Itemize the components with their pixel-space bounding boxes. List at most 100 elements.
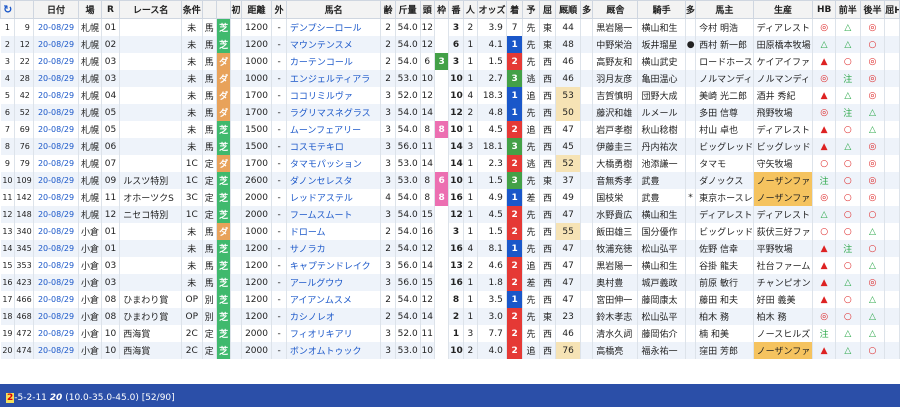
column-header[interactable]: 人 [462, 0, 479, 19]
table-cell: 5 [0, 87, 16, 104]
table-cell [230, 36, 242, 53]
column-header[interactable]: 日付 [32, 0, 80, 19]
column-header[interactable]: 厩順 [555, 0, 581, 19]
table-cell: 4.5 [477, 206, 507, 223]
table-cell: 12 [448, 206, 464, 223]
column-header[interactable]: 屈 [538, 0, 557, 19]
table-row[interactable]: 5 42 20-08/29 札幌 04 未馬ダ 1700- ココリミルヴァ 3 52.0 12 7 10… [0, 87, 900, 104]
table-cell: 01 [101, 223, 121, 240]
table-cell [119, 121, 182, 138]
table-cell: 4.5 [477, 121, 507, 138]
column-header[interactable]: 着 [505, 0, 524, 19]
table-cell: 団野大成 [637, 87, 686, 104]
table-cell: 20-08/29 [33, 308, 80, 325]
table-cell: 44 [555, 18, 581, 36]
table-row[interactable]: 2 12 20-08/29 札幌 02 未馬芝 1200- マウンテンスメ 2 54.0 12 5 6 1… [0, 36, 900, 53]
table-cell: 先 [522, 18, 540, 36]
table-cell: ○ [835, 121, 861, 138]
column-header[interactable]: 屈H [884, 0, 900, 19]
table-row[interactable]: 11 142 20-08/29 札幌 11 オホーツクS 3C 定芝 2000- レッドアステル 4… [0, 189, 900, 206]
table-row[interactable]: 17 466 20-08/29 小倉 08 ひまわり賞 OP 別芝 1200- アイアンムスメ 2 5… [0, 291, 900, 308]
column-header[interactable]: 馬主 [695, 0, 754, 19]
table-cell: 2 [506, 342, 524, 359]
column-header[interactable] [14, 0, 34, 19]
column-header[interactable]: R [100, 0, 121, 19]
column-header[interactable]: 条件 [180, 0, 203, 19]
table-cell: △ [835, 274, 861, 291]
table-cell: 岩戸孝樹 [592, 121, 639, 138]
column-header[interactable]: 斤量 [394, 0, 421, 19]
table-row[interactable]: 10 109 20-08/29 札幌 09 ルスツ特別 1C 定芝 2600- ダノンセレスタ 3 5… [0, 172, 900, 189]
table-row[interactable]: 12 148 20-08/29 札幌 12 ニセコ特別 1C 定芝 2000- フームスムート 3 5… [0, 206, 900, 223]
column-header[interactable]: 齢 [380, 0, 396, 19]
column-header[interactable]: 番 [448, 0, 464, 19]
table-cell: 未 [181, 121, 203, 138]
column-header[interactable]: HB [812, 0, 836, 19]
table-cell: 69 [14, 121, 34, 138]
table-cell [685, 121, 697, 138]
column-header[interactable] [215, 0, 232, 19]
table-row[interactable]: 9 79 20-08/29 札幌 07 1C 定ダ 1700- タマモパッション 3 53.0 14 8… [0, 155, 900, 172]
column-header[interactable]: 馬名 [285, 0, 382, 19]
table-cell: △ [812, 206, 836, 223]
column-header[interactable]: 前半 [834, 0, 861, 19]
column-header[interactable] [201, 0, 217, 19]
column-header[interactable]: 初 [230, 0, 242, 19]
table-cell [580, 308, 594, 325]
table-cell: 柏木 務 [753, 308, 814, 325]
column-header[interactable]: 生産 [752, 0, 814, 19]
race-grid[interactable]: ↻ 日付場 R レース名 条件初距離外馬名齢斤量頭枠番人オッズ着予屈厩順多厩舎 騎手多馬主… [0, 0, 900, 384]
table-cell: 国枝栄 [592, 189, 639, 206]
table-cell: ◎ [860, 87, 886, 104]
table-row[interactable]: 14 345 20-08/29 小倉 01 未馬芝 1200- サノラカ 2 54.0 12 8 16 4… [0, 240, 900, 257]
column-header[interactable]: 距離 [240, 0, 273, 19]
table-cell: 7 [434, 104, 450, 121]
table-cell [580, 104, 594, 121]
table-row[interactable]: 3 22 20-08/29 札幌 03 未馬ダ 1000- カーテンコール 2 54.0 6 3 3 1 1… [0, 53, 900, 70]
table-row[interactable]: 8 76 20-08/29 札幌 06 未馬芝 1500- コスモテキロ 3 56.0 11 8 14 3… [0, 138, 900, 155]
table-row[interactable]: 7 69 20-08/29 札幌 05 未馬芝 1500- ムーンフェアリー 3 54.0 8 8 10… [0, 121, 900, 138]
column-header[interactable]: 後半 [859, 0, 886, 19]
table-cell: 武豊 [637, 172, 686, 189]
column-header[interactable]: 厩舎 [592, 0, 639, 19]
table-row[interactable]: 6 52 20-08/29 札幌 05 未馬ダ 1700- ラグリマスネグラス 3 54.0 14 7… [0, 104, 900, 121]
column-header[interactable]: 予 [522, 0, 540, 19]
column-header[interactable]: 枠 [433, 0, 450, 19]
table-cell: 7 [434, 257, 450, 274]
table-cell: 1000 [241, 70, 273, 87]
column-header[interactable]: レース名 [119, 0, 182, 19]
table-row[interactable]: 4 28 20-08/29 札幌 03 未馬ダ 1000- エンジェルティアラ 2 53.0 10 7… [0, 70, 900, 87]
column-header[interactable]: 場 [78, 0, 102, 19]
table-cell: - [271, 274, 287, 291]
table-row[interactable]: 18 468 20-08/29 小倉 08 ひまわり賞 OP 別芝 1200- カシノレオ 2 54.… [0, 308, 900, 325]
table-row[interactable]: 13 340 20-08/29 小倉 01 未馬ダ 1000- ドローム 2 54.0 16 3 3 1 1… [0, 223, 900, 240]
table-cell: 2 [463, 342, 479, 359]
table-cell: ▲ [812, 53, 836, 70]
table-cell: 20-08/29 [33, 18, 80, 36]
table-cell: - [271, 206, 287, 223]
table-cell [685, 18, 697, 36]
table-cell: ○ [835, 53, 861, 70]
table-cell: ディアレスト [753, 18, 814, 36]
table-cell: ラグリマスネグラス [286, 104, 382, 121]
table-row[interactable]: 15 353 20-08/29 小倉 03 未馬芝 1200- キャプテンドレイク 3 56.0 1… [0, 257, 900, 274]
column-header[interactable]: オッズ [477, 0, 507, 19]
table-cell: - [271, 87, 287, 104]
column-header[interactable]: 多 [579, 0, 594, 19]
column-header[interactable]: 外 [271, 0, 287, 19]
table-cell: ▲ [812, 121, 836, 138]
column-header[interactable]: 頭 [419, 0, 435, 19]
table-row[interactable]: 19 472 20-08/29 小倉 10 西海賞 2C 定芝 2000- フィオリキアリ 3 52.… [0, 325, 900, 342]
table-cell: 3 [506, 70, 524, 87]
column-header[interactable]: 多 [684, 0, 697, 19]
table-row[interactable]: 1 9 20-08/29 札幌 01 未馬芝 1200- デンプシーロール 2 54.0 12 3 3 2… [0, 18, 900, 36]
table-cell: エンジェルティアラ [286, 70, 382, 87]
column-header[interactable]: 騎手 [637, 0, 686, 19]
table-cell: ノーザンファ [753, 342, 814, 359]
table-cell: - [271, 53, 287, 70]
table-row[interactable]: 16 423 20-08/29 小倉 03 未馬芝 1200- アールグウウ 3 56.0 15 8 1… [0, 274, 900, 291]
table-cell: 12 [0, 206, 16, 223]
table-row[interactable]: 20 474 20-08/29 小倉 10 西海賞 2C 定芝 2000- ボンオムトゥック 3 53… [0, 342, 900, 359]
table-cell [884, 223, 900, 240]
refresh-icon[interactable]: ↻ [0, 0, 16, 19]
